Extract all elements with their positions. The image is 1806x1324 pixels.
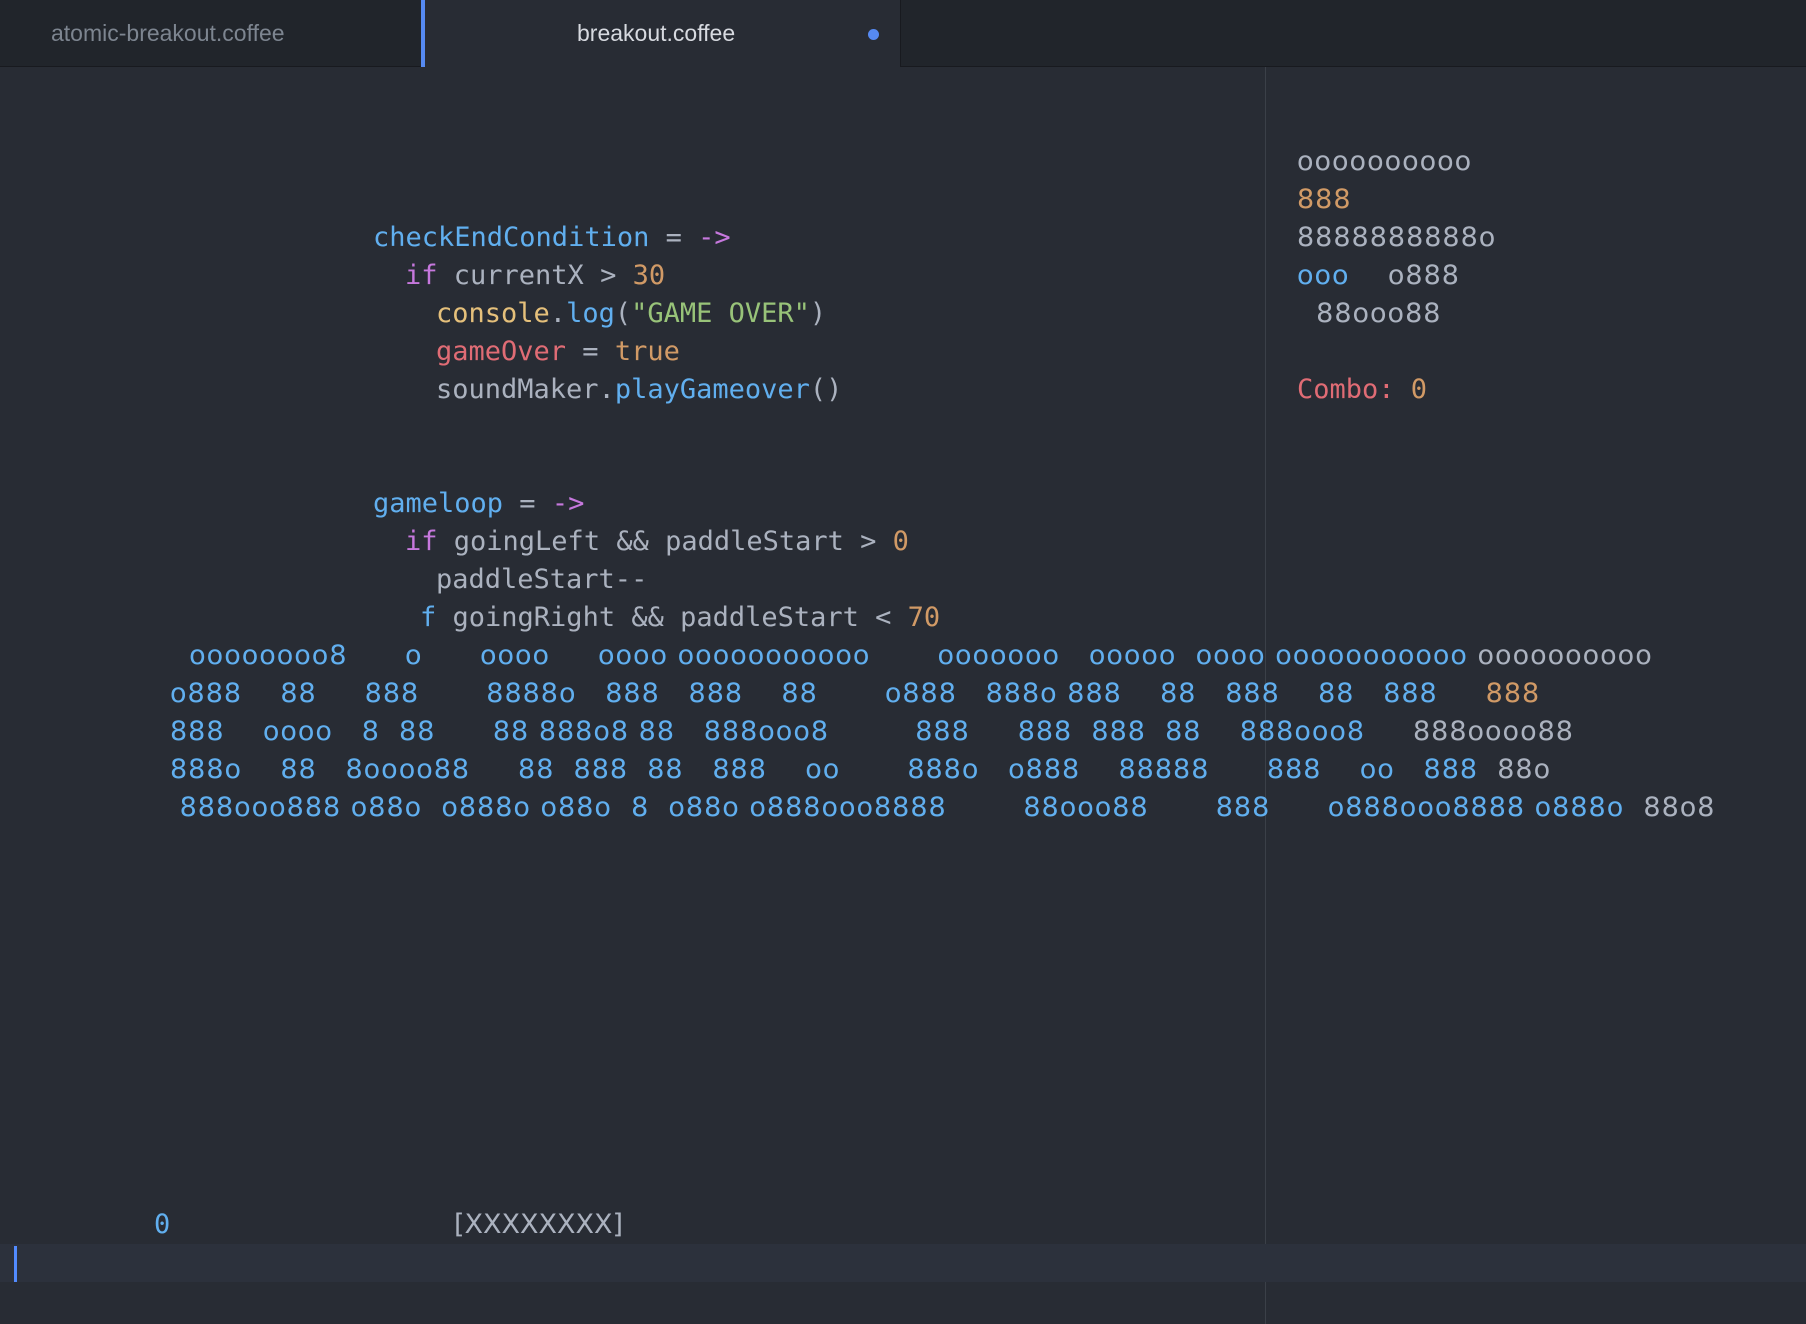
tab-label: breakout.coffee — [577, 20, 736, 46]
next-piece-row: 8888888888o — [1297, 222, 1497, 253]
tab-bar: atomic-breakout.coffee breakout.coffee — [0, 0, 1806, 67]
brick-row: 888ooo888 o88o o888o o88o 8 o88o o888ooo… — [170, 792, 1716, 823]
paddle: [XXXXXXXX] — [454, 1209, 624, 1240]
brick-row: oooooooo8 o oooo oooo ooooooooooo oooooo… — [170, 640, 1653, 671]
code-line: console.log("GAME OVER") — [436, 298, 827, 329]
modified-dot-icon — [868, 29, 879, 40]
tab-atomic-breakout[interactable]: atomic-breakout.coffee — [0, 0, 421, 66]
code-line: f goingRight && paddleStart < 70 — [420, 602, 941, 633]
next-piece-row: oooooooooo — [1297, 146, 1473, 177]
code-line: checkEndCondition = -> — [373, 222, 731, 253]
brick-row: o888 88 888 8888o 888 888 88 o888 888o 8… — [170, 678, 1541, 709]
code-line: if currentX > 30 — [405, 260, 666, 291]
next-piece-row: ooo o888 — [1297, 260, 1460, 291]
next-piece-row: 888 — [1297, 184, 1352, 215]
ball-score: 0 — [154, 1209, 171, 1240]
code-line: gameOver = true — [436, 336, 680, 367]
code-line: paddleStart-- — [436, 564, 648, 595]
code-line: gameloop = -> — [373, 488, 585, 519]
brick-row: 888 oooo 8 88 88 888o8 88 888ooo8 888 88… — [170, 716, 1574, 747]
current-line-highlight — [0, 1244, 1806, 1282]
combo-counter: Combo: 0 — [1297, 374, 1428, 405]
tab-breakout-active[interactable]: breakout.coffee — [421, 0, 901, 67]
code-line: if goingLeft && paddleStart > 0 — [405, 526, 909, 557]
next-piece-row: 88ooo88 — [1297, 298, 1442, 329]
tab-label: atomic-breakout.coffee — [51, 20, 285, 46]
text-cursor — [14, 1246, 17, 1282]
brick-row: 888o 88 8oooo88 88 888 88 888 oo 888o o8… — [170, 754, 1552, 785]
code-line: soundMaker.playGameover() — [436, 374, 843, 405]
